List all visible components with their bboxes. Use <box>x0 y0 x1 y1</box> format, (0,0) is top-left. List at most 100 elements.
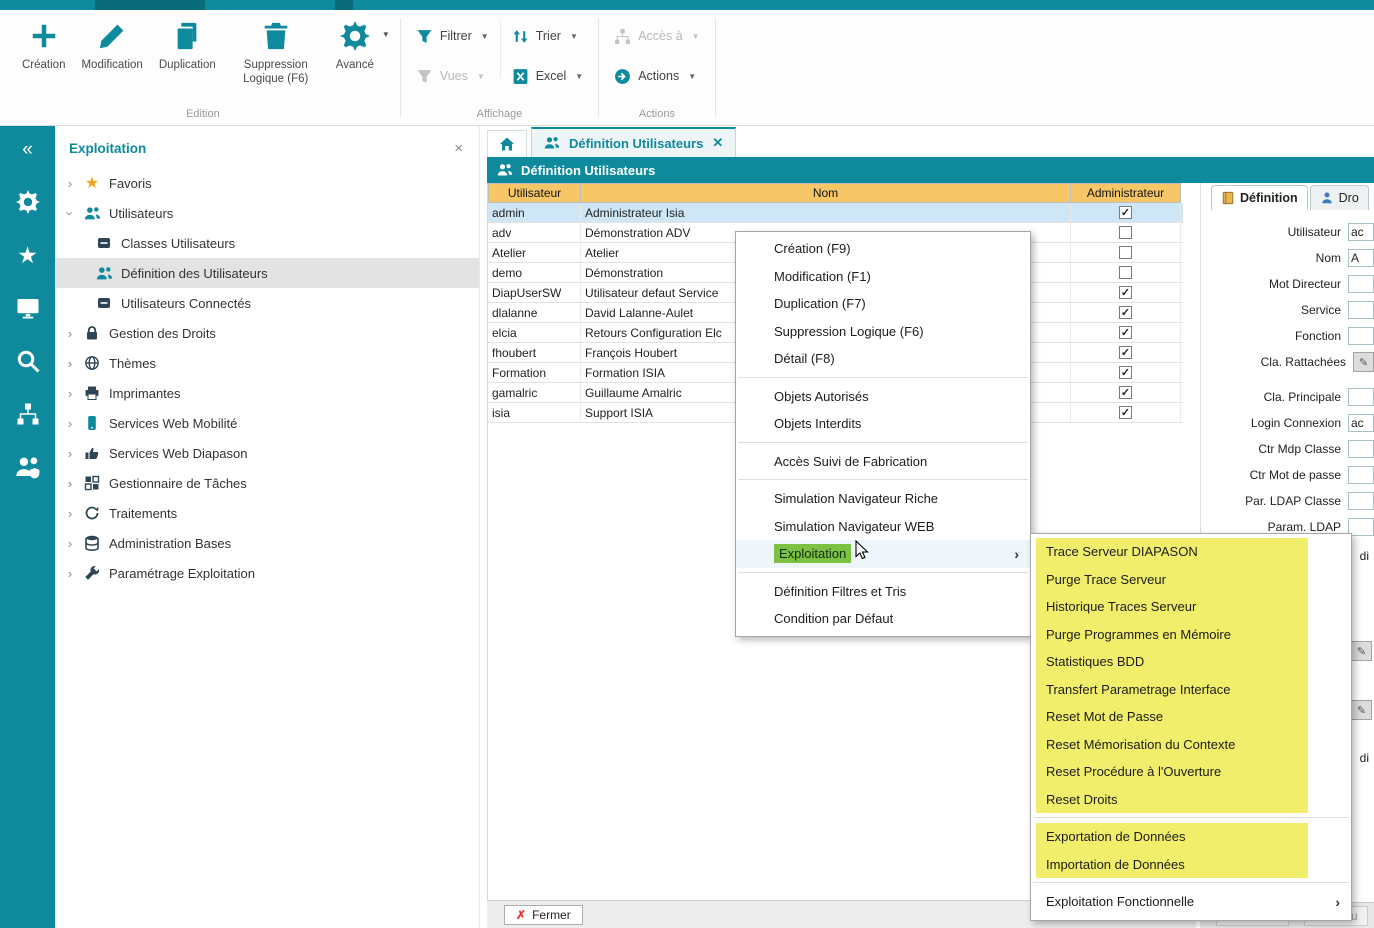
service-input[interactable] <box>1348 301 1374 319</box>
menu-item-suppression[interactable]: Suppression Logique (F6) <box>736 318 1030 346</box>
admin-checkbox[interactable] <box>1119 266 1132 279</box>
submenu-item-statistiques-bdd[interactable]: Statistiques BDD <box>1036 648 1308 676</box>
avance-dropdown-arrow-icon[interactable]: ▼ <box>382 30 390 39</box>
duplication-button[interactable]: Duplication <box>151 12 224 74</box>
vues-button[interactable]: Vues ▼ <box>409 64 496 88</box>
edit-pencil-button[interactable]: ✎ <box>1351 700 1372 720</box>
tab-close-icon[interactable]: ✕ <box>712 135 723 151</box>
nav-item-classes-utilisateurs[interactable]: Classes Utilisateurs <box>55 228 479 258</box>
admin-checkbox[interactable] <box>1119 206 1132 219</box>
chevron-right-icon[interactable]: › <box>65 326 75 341</box>
excel-dropdown-arrow-icon[interactable]: ▼ <box>575 72 583 81</box>
submenu-item-exploitation-fonctionnelle[interactable]: Exploitation Fonctionnelle › <box>1031 888 1351 916</box>
chevron-right-icon[interactable]: › <box>65 446 75 461</box>
submenu-item-importation-donnees[interactable]: Importation de Données <box>1036 851 1308 879</box>
menu-item-duplication[interactable]: Duplication (F7) <box>736 290 1030 318</box>
par-ldap-classe-input[interactable] <box>1348 492 1374 510</box>
tab-definition[interactable]: Définition <box>1211 185 1308 210</box>
search-icon[interactable] <box>12 346 44 376</box>
acces-a-button[interactable]: Accès à ▼ <box>607 24 706 48</box>
nav-item-utilisateurs-connectes[interactable]: Utilisateurs Connectés <box>55 288 479 318</box>
submenu-item-historique-traces[interactable]: Historique Traces Serveur <box>1036 593 1308 621</box>
menu-item-simulation-navigateur-riche[interactable]: Simulation Navigateur Riche <box>736 485 1030 513</box>
submenu-item-trace-serveur[interactable]: Trace Serveur DIAPASON <box>1036 538 1308 566</box>
submenu-item-exportation-donnees[interactable]: Exportation de Données <box>1036 823 1308 851</box>
nav-item-gestionnaire-taches[interactable]: › Gestionnaire de Tâches <box>55 468 479 498</box>
actions-button[interactable]: Actions ▼ <box>607 64 706 88</box>
nav-item-gestion-droits[interactable]: › Gestion des Droits <box>55 318 479 348</box>
chevron-right-icon[interactable]: › <box>65 506 75 521</box>
creation-button[interactable]: Création <box>14 12 73 74</box>
settings-gear-icon[interactable] <box>12 187 44 217</box>
menu-item-exploitation[interactable]: Exploitation › <box>736 540 1030 568</box>
menu-item-modification[interactable]: Modification (F1) <box>736 263 1030 291</box>
menu-item-creation[interactable]: Création (F9) <box>736 235 1030 263</box>
chevron-right-icon[interactable]: › <box>65 536 75 551</box>
nav-item-parametrage-exploitation[interactable]: › Paramétrage Exploitation <box>55 558 479 588</box>
submenu-item-reset-procedure[interactable]: Reset Procédure à l'Ouverture <box>1036 758 1308 786</box>
filtrer-button[interactable]: Filtrer ▼ <box>409 24 496 48</box>
hierarchy-icon[interactable] <box>12 399 44 429</box>
chevron-right-icon[interactable]: › <box>65 356 75 371</box>
menu-item-condition-par-defaut[interactable]: Condition par Défaut <box>736 605 1030 633</box>
cla-principale-input[interactable] <box>1348 388 1374 406</box>
menu-item-simulation-navigateur-web[interactable]: Simulation Navigateur WEB <box>736 513 1030 541</box>
avance-button[interactable]: Avancé <box>328 12 382 74</box>
nav-item-themes[interactable]: › Thèmes <box>55 348 479 378</box>
fonction-input[interactable] <box>1348 327 1374 345</box>
submenu-item-purge-trace-serveur[interactable]: Purge Trace Serveur <box>1036 566 1308 594</box>
ctr-mdp-classe-input[interactable] <box>1348 440 1374 458</box>
ctr-mot-de-passe-input[interactable] <box>1348 466 1374 484</box>
submenu-item-reset-mot-de-passe[interactable]: Reset Mot de Passe <box>1036 703 1308 731</box>
chevron-right-icon[interactable]: › <box>65 416 75 431</box>
header-nom[interactable]: Nom <box>581 183 1071 203</box>
chevron-right-icon[interactable]: › <box>65 566 75 581</box>
chevron-right-icon[interactable]: › <box>65 476 75 491</box>
menu-item-objets-autorises[interactable]: Objets Autorisés <box>736 383 1030 411</box>
submenu-item-transfert-parametrage[interactable]: Transfert Parametrage Interface <box>1036 676 1308 704</box>
navigator-close-icon[interactable]: × <box>454 141 463 156</box>
tab-definition-utilisateurs[interactable]: Définition Utilisateurs ✕ <box>531 127 736 157</box>
excel-button[interactable]: Excel ▼ <box>505 64 591 88</box>
admin-checkbox[interactable] <box>1119 286 1132 299</box>
nav-item-favoris[interactable]: › ★ Favoris <box>55 168 479 198</box>
nav-item-traitements[interactable]: › Traitements <box>55 498 479 528</box>
menu-item-acces-suivi-fabrication[interactable]: Accès Suivi de Fabrication <box>736 448 1030 476</box>
modification-button[interactable]: Modification <box>73 12 150 74</box>
trier-dropdown-arrow-icon[interactable]: ▼ <box>570 32 578 41</box>
edit-pencil-button[interactable]: ✎ <box>1351 641 1372 661</box>
monitor-icon[interactable] <box>12 293 44 323</box>
chevron-right-icon[interactable]: › <box>65 386 75 401</box>
admin-checkbox[interactable] <box>1119 386 1132 399</box>
chevron-right-icon[interactable]: › <box>65 176 75 191</box>
menu-item-detail[interactable]: Détail (F8) <box>736 345 1030 373</box>
favorites-star-icon[interactable]: ★ <box>12 240 44 270</box>
utilisateur-input[interactable]: ac <box>1348 223 1374 241</box>
collapse-sidebar-icon[interactable]: « <box>12 134 44 164</box>
menu-item-objets-interdits[interactable]: Objets Interdits <box>736 410 1030 438</box>
tab-droits[interactable]: Dro <box>1310 185 1369 210</box>
submenu-item-reset-droits[interactable]: Reset Droits <box>1036 786 1308 814</box>
submenu-item-purge-programmes[interactable]: Purge Programmes en Mémoire <box>1036 621 1308 649</box>
header-utilisateur[interactable]: Utilisateur <box>488 183 581 203</box>
admin-checkbox[interactable] <box>1119 366 1132 379</box>
admin-checkbox[interactable] <box>1119 306 1132 319</box>
nav-item-services-web-mobilite[interactable]: › Services Web Mobilité <box>55 408 479 438</box>
admin-checkbox[interactable] <box>1119 406 1132 419</box>
actions-dropdown-arrow-icon[interactable]: ▼ <box>688 72 696 81</box>
submenu-item-reset-memorisation[interactable]: Reset Mémorisation du Contexte <box>1036 731 1308 759</box>
home-tab[interactable] <box>487 130 527 157</box>
nav-item-administration-bases[interactable]: › Administration Bases <box>55 528 479 558</box>
admin-checkbox[interactable] <box>1119 326 1132 339</box>
admin-checkbox[interactable] <box>1119 226 1132 239</box>
chevron-down-icon[interactable]: › <box>63 208 78 218</box>
header-administrateur[interactable]: Administrateur <box>1071 183 1181 203</box>
nav-item-imprimantes[interactable]: › Imprimantes <box>55 378 479 408</box>
nom-input[interactable]: A <box>1348 249 1374 267</box>
edit-pencil-button[interactable]: ✎ <box>1353 352 1374 372</box>
admin-checkbox[interactable] <box>1119 346 1132 359</box>
suppression-button[interactable]: Suppression Logique (F6) <box>224 12 328 89</box>
table-row-admin[interactable]: admin Administrateur Isia <box>488 203 1183 223</box>
users-admin-icon[interactable] <box>12 452 44 482</box>
nav-item-services-web-diapason[interactable]: › Services Web Diapason <box>55 438 479 468</box>
